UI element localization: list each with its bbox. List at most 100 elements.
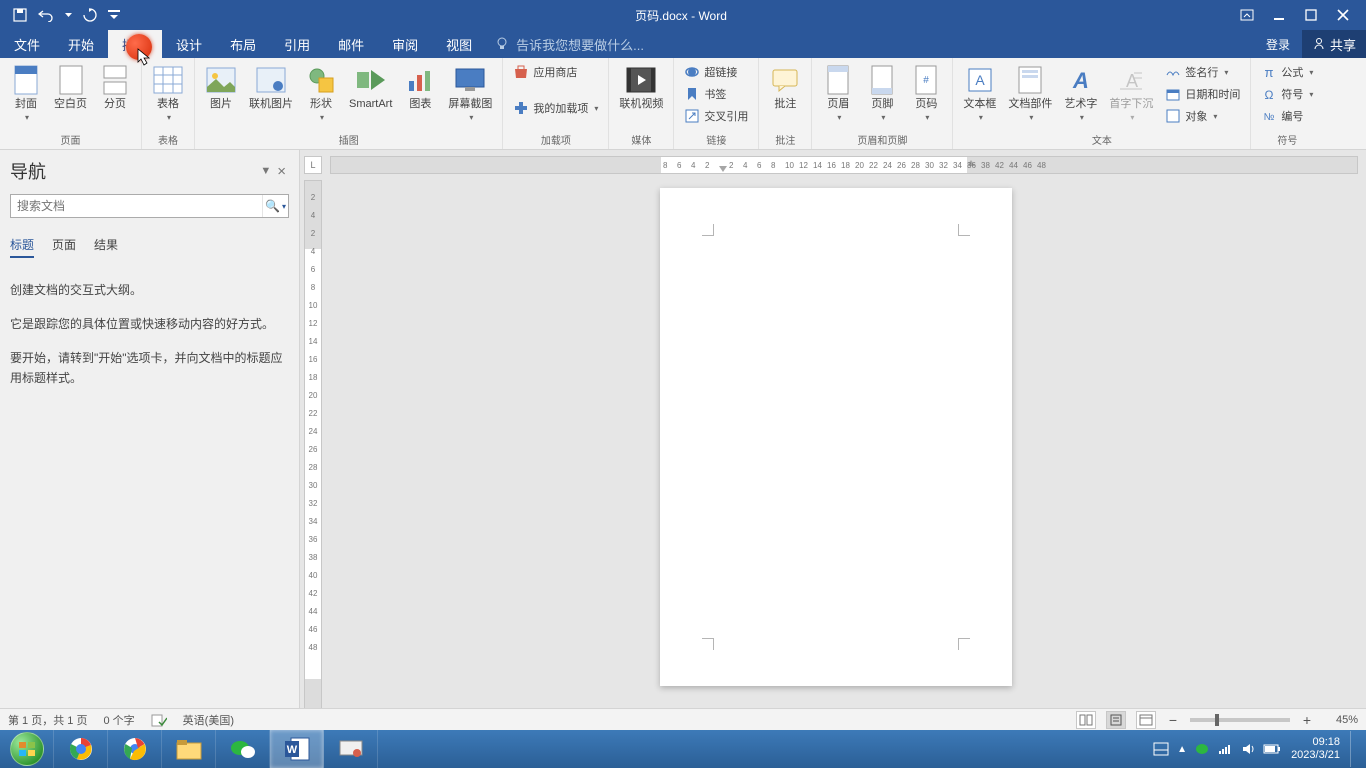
chart-button[interactable]: 图表 — [398, 60, 442, 111]
cover-page-button[interactable]: 封面▾ — [4, 60, 48, 122]
footer-button[interactable]: 页脚▾ — [860, 60, 904, 122]
tab-mailings[interactable]: 邮件 — [324, 30, 378, 58]
nav-dropdown-icon[interactable]: ▼ — [257, 165, 274, 177]
tray-date-text: 2023/3/21 — [1291, 749, 1340, 762]
horizontal-ruler[interactable]: 8642246810121416182022242628303234363842… — [330, 156, 1358, 174]
minimize-icon[interactable] — [1270, 6, 1288, 24]
taskbar-app-chrome[interactable] — [108, 730, 162, 768]
status-word-count[interactable]: 0 个字 — [103, 712, 134, 728]
tab-references[interactable]: 引用 — [270, 30, 324, 58]
screenshot-button[interactable]: 屏幕截图▾ — [442, 60, 498, 122]
nav-search-input[interactable] — [11, 195, 262, 217]
picture-button[interactable]: 图片 — [199, 60, 243, 111]
text-box-button[interactable]: A文本框▾ — [957, 60, 1002, 122]
zoom-slider[interactable] — [1190, 718, 1290, 722]
taskbar-app-recorder[interactable] — [324, 730, 378, 768]
ruler-tab-selector[interactable]: L — [304, 156, 322, 174]
ruler-tick: 2 — [305, 193, 321, 202]
ruler-tick: 44 — [305, 607, 321, 616]
hyperlink-button[interactable]: 超链接 — [682, 62, 750, 82]
nav-close-icon[interactable]: × — [274, 163, 289, 180]
undo-dropdown-icon[interactable] — [64, 7, 72, 23]
taskbar-app-browser1[interactable] — [54, 730, 108, 768]
store-icon — [513, 64, 529, 80]
ribbon-options-icon[interactable] — [1238, 6, 1256, 24]
qat-customize-icon[interactable] — [108, 7, 124, 23]
status-page-info[interactable]: 第 1 页，共 1 页 — [8, 712, 87, 728]
zoom-in-button[interactable]: + — [1300, 712, 1314, 728]
nav-tab-pages[interactable]: 页面 — [52, 236, 76, 258]
nav-tab-results[interactable]: 结果 — [94, 236, 118, 258]
tab-insert[interactable]: 插入 — [108, 30, 162, 58]
smartart-button[interactable]: SmartArt — [343, 60, 398, 111]
show-desktop-button[interactable] — [1350, 731, 1358, 767]
vertical-ruler[interactable]: 2424681012141618202224262830323436384042… — [304, 180, 322, 730]
object-button[interactable]: 对象▾ — [1163, 106, 1242, 126]
close-icon[interactable] — [1334, 6, 1352, 24]
tab-review[interactable]: 审阅 — [378, 30, 432, 58]
redo-icon[interactable] — [82, 7, 98, 23]
tray-overflow-icon[interactable]: ▲ — [1177, 744, 1187, 755]
ruler-tick: 30 — [925, 161, 934, 170]
comment-button[interactable]: 批注 — [763, 60, 807, 111]
tell-me-search[interactable]: 告诉我您想要做什么... — [486, 30, 644, 58]
text-box-icon: A — [964, 64, 996, 96]
quick-parts-button[interactable]: 文档部件▾ — [1002, 60, 1058, 122]
header-button[interactable]: 页眉▾ — [816, 60, 860, 122]
my-addins-button[interactable]: 我的加载项▾ — [511, 98, 600, 118]
table-button[interactable]: 表格▾ — [146, 60, 190, 122]
picture-icon — [205, 64, 237, 96]
login-button[interactable]: 登录 — [1254, 36, 1302, 53]
status-language[interactable]: 英语(美国) — [183, 712, 234, 728]
ruler-tick: 4 — [305, 247, 321, 256]
number-button[interactable]: №编号 — [1259, 106, 1315, 126]
document-area[interactable]: L 86422468101214161820222426283032343638… — [300, 150, 1366, 730]
share-button[interactable]: 共享 — [1302, 30, 1366, 58]
tab-layout[interactable]: 布局 — [216, 30, 270, 58]
nav-tab-headings[interactable]: 标题 — [10, 236, 34, 258]
print-layout-button[interactable] — [1106, 711, 1126, 729]
nav-search-button[interactable]: 🔍▾ — [262, 195, 288, 217]
signature-button[interactable]: 签名行▾ — [1163, 62, 1242, 82]
page-break-button[interactable]: 分页 — [93, 60, 137, 111]
group-comments: 批注 批注 — [759, 58, 812, 149]
word-art-button[interactable]: A艺术字▾ — [1058, 60, 1103, 122]
bookmark-button[interactable]: 书签 — [682, 84, 750, 104]
zoom-slider-thumb[interactable] — [1215, 714, 1219, 726]
taskbar-app-word[interactable]: W — [270, 730, 324, 768]
taskbar-app-wechat[interactable] — [216, 730, 270, 768]
store-button[interactable]: 应用商店 — [511, 62, 600, 82]
maximize-icon[interactable] — [1302, 6, 1320, 24]
tab-file[interactable]: 文件 — [0, 30, 54, 58]
drop-cap-button[interactable]: A首字下沉▾ — [1103, 60, 1159, 122]
page-number-button[interactable]: #页码▾ — [904, 60, 948, 122]
tab-view[interactable]: 视图 — [432, 30, 486, 58]
zoom-out-button[interactable]: − — [1166, 712, 1180, 728]
start-button[interactable] — [0, 730, 54, 768]
equation-button[interactable]: π公式▾ — [1259, 62, 1315, 82]
tray-volume-icon[interactable] — [1241, 742, 1255, 756]
shapes-button[interactable]: 形状▾ — [299, 60, 343, 122]
tray-battery-icon[interactable] — [1263, 744, 1281, 754]
tray-wifi-icon[interactable] — [1218, 743, 1233, 755]
cross-reference-button[interactable]: 交叉引用 — [682, 106, 750, 126]
document-page[interactable] — [660, 188, 1012, 686]
blank-page-button[interactable]: 空白页 — [48, 60, 93, 111]
tray-clock[interactable]: 09:18 2023/3/21 — [1291, 736, 1340, 762]
symbol-button[interactable]: Ω符号▾ — [1259, 84, 1315, 104]
spell-check-icon[interactable] — [151, 713, 167, 727]
save-icon[interactable] — [12, 7, 28, 23]
tray-ime-icon[interactable] — [1153, 742, 1169, 756]
online-picture-button[interactable]: 联机图片 — [243, 60, 299, 111]
date-time-button[interactable]: 日期和时间 — [1163, 84, 1242, 104]
taskbar-app-explorer[interactable] — [162, 730, 216, 768]
read-mode-button[interactable] — [1076, 711, 1096, 729]
tab-design[interactable]: 设计 — [162, 30, 216, 58]
undo-icon[interactable] — [38, 7, 54, 23]
online-video-button[interactable]: 联机视频 — [613, 60, 669, 111]
zoom-level[interactable]: 45% — [1324, 714, 1358, 726]
tray-wechat-icon[interactable] — [1195, 743, 1210, 756]
tab-home[interactable]: 开始 — [54, 30, 108, 58]
web-layout-button[interactable] — [1136, 711, 1156, 729]
group-comments-label: 批注 — [763, 130, 807, 149]
